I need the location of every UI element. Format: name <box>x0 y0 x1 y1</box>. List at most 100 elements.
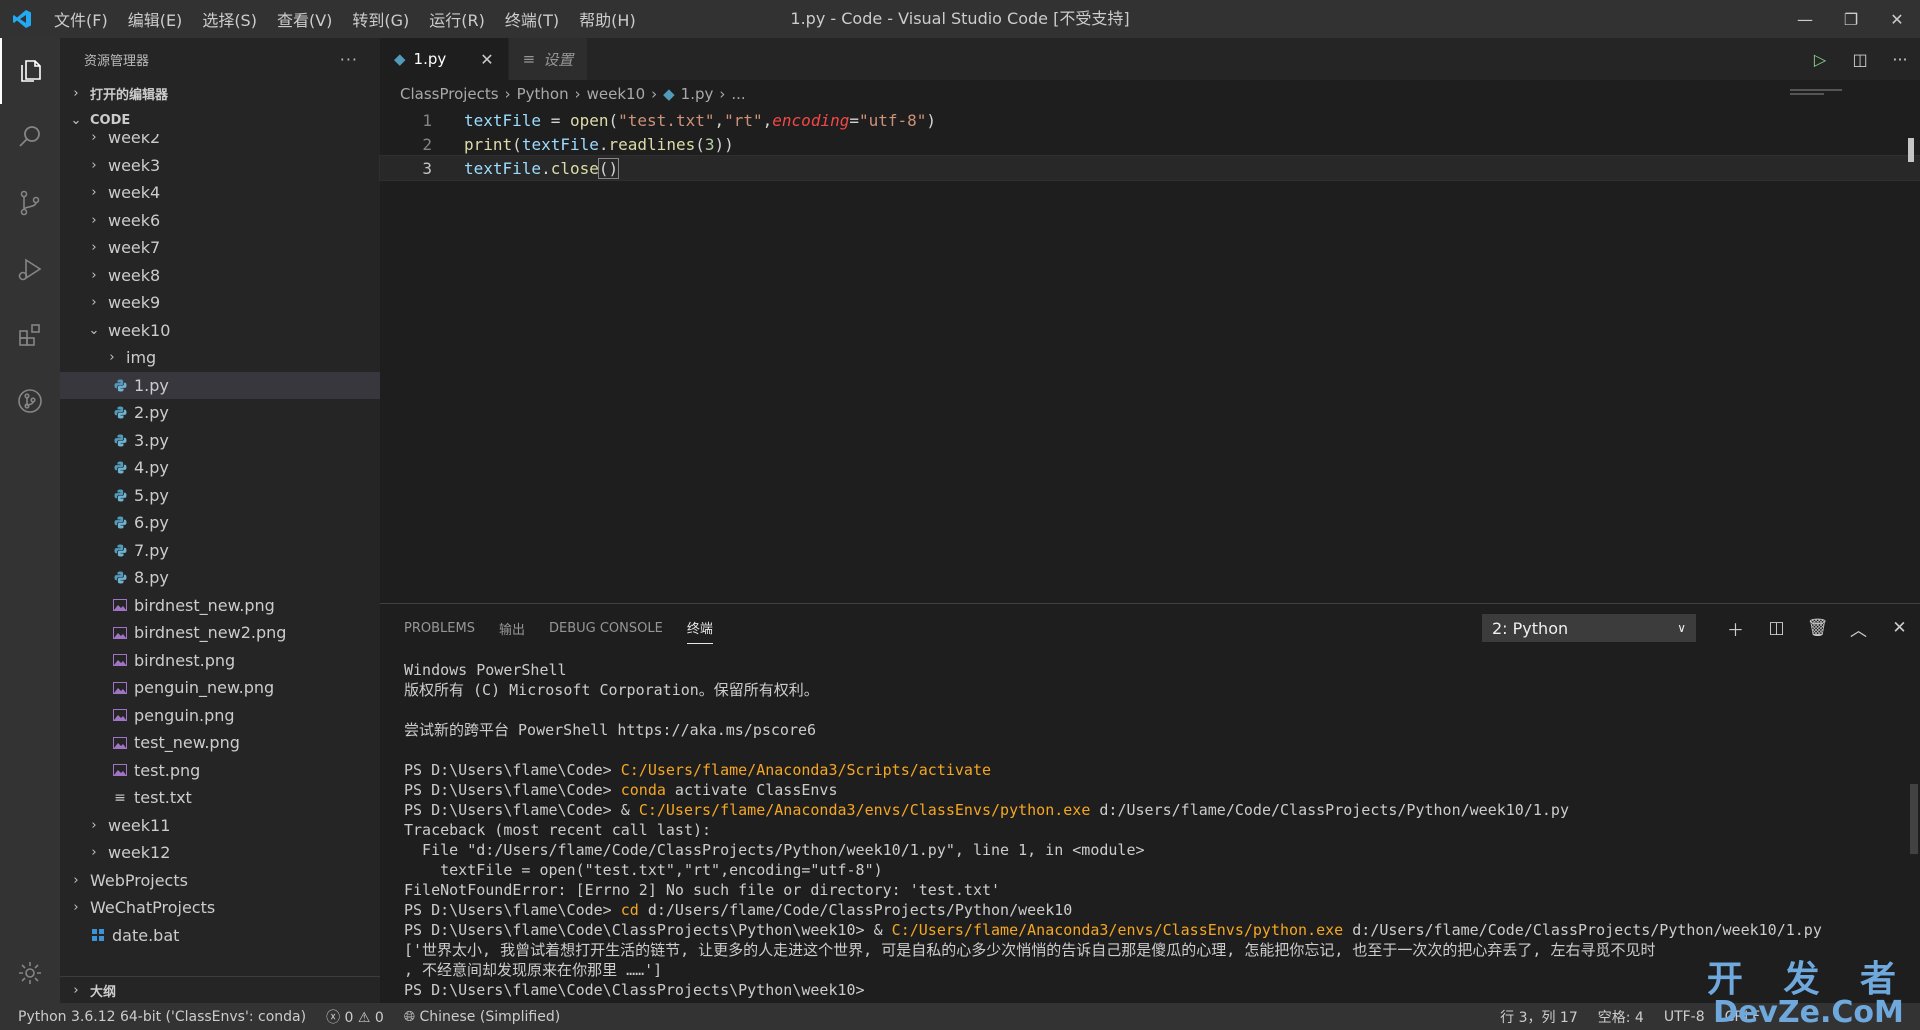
breadcrumb-item[interactable]: 1.py <box>681 85 714 103</box>
panel-tab[interactable]: DEBUG CONSOLE <box>549 615 663 642</box>
split-editor-icon[interactable]: ◫ <box>1840 50 1880 69</box>
menu-item[interactable]: 选择(S) <box>192 7 267 31</box>
panel-tab[interactable]: 输出 <box>499 613 525 644</box>
terminal-line: textFile = open("test.txt","rt",encoding… <box>404 860 1904 880</box>
tree-folder[interactable]: › week3 <box>60 152 380 180</box>
menu-item[interactable]: 编辑(E) <box>118 7 193 31</box>
tree-file[interactable]: test.png <box>60 757 380 785</box>
tree-folder[interactable]: › week6 <box>60 207 380 235</box>
more-actions-icon[interactable]: ··· <box>1880 50 1920 69</box>
code-line[interactable]: 3 textFile.close() <box>379 155 1920 181</box>
tree-file[interactable]: 3.py <box>60 427 380 455</box>
code-token: = <box>849 110 859 130</box>
new-terminal-icon[interactable]: ＋ <box>1715 616 1756 641</box>
code-token: textFile <box>464 110 542 130</box>
tree-folder[interactable]: › week12 <box>60 839 380 867</box>
workspace-section[interactable]: ⌄ CODE <box>60 107 380 134</box>
tree-file[interactable]: birdnest_new.png <box>60 592 380 620</box>
tree-file[interactable]: 5.py <box>60 482 380 510</box>
breadcrumb-item[interactable]: Python <box>517 85 569 103</box>
code-area[interactable]: 1 textFile = open("test.txt","rt",encodin… <box>379 108 1920 181</box>
search-icon[interactable] <box>0 104 60 170</box>
tree-folder[interactable]: › week8 <box>60 262 380 290</box>
problems-indicator[interactable]: ⓧ 0 ⚠ 0 <box>316 1007 394 1027</box>
terminal-line: PS D:\Users\flame\Code> conda activate C… <box>404 780 1904 800</box>
editor-scrollbar[interactable] <box>1908 138 1914 162</box>
terminal-output[interactable]: Windows PowerShell 版权所有 (C) Microsoft Cor… <box>404 660 1904 1000</box>
tab-settings[interactable]: ≡ 设置 <box>508 38 589 80</box>
tree-file[interactable]: date.bat <box>60 922 380 950</box>
image-file-icon <box>112 681 128 694</box>
breadcrumb-item[interactable]: ... <box>731 85 745 103</box>
tree-file[interactable]: birdnest_new2.png <box>60 619 380 647</box>
tree-file[interactable]: 8.py <box>60 564 380 592</box>
cursor-position[interactable]: 行 3，列 17 <box>1490 1007 1588 1027</box>
panel-tab[interactable]: PROBLEMS <box>404 615 475 642</box>
explorer-icon[interactable] <box>0 38 60 104</box>
split-terminal-icon[interactable]: ◫ <box>1756 618 1797 638</box>
tree-item-label: birdnest_new2.png <box>134 623 287 643</box>
tree-file[interactable]: ≡ test.txt <box>60 784 380 812</box>
minimize-icon[interactable]: — <box>1782 0 1828 38</box>
restore-icon[interactable]: ❐ <box>1828 0 1874 38</box>
terminal-segment: PS D:\Users\flame\Code\ClassProjects\Pyt… <box>404 981 874 999</box>
breadcrumb-item[interactable]: ClassProjects <box>400 85 499 103</box>
code-token: close <box>550 158 599 178</box>
tree-folder[interactable]: › WebProjects <box>60 867 380 895</box>
manage-gear-icon[interactable] <box>0 943 60 1003</box>
run-file-icon[interactable]: ▷ <box>1800 50 1840 69</box>
tab-1-py[interactable]: ◆ 1.py ✕ <box>380 38 509 80</box>
close-tab-icon[interactable]: ✕ <box>480 50 493 69</box>
open-editors-section[interactable]: › 打开的编辑器 <box>60 80 380 107</box>
code-line[interactable]: 2 print(textFile.readlines(3)) <box>380 132 1920 156</box>
breadcrumb-item[interactable]: week10 <box>587 85 646 103</box>
kill-terminal-icon[interactable]: 🗑 <box>1797 618 1838 638</box>
menu-item[interactable]: 帮助(H) <box>569 7 646 31</box>
source-control-icon[interactable] <box>0 170 60 236</box>
terminal-scrollbar[interactable] <box>1910 784 1918 854</box>
terminal-line: PS D:\Users\flame\Code> cd d:/Users/flam… <box>404 900 1904 920</box>
tree-file[interactable]: birdnest.png <box>60 647 380 675</box>
more-actions-icon[interactable]: ··· <box>340 50 358 69</box>
git-graph-icon[interactable] <box>0 368 60 434</box>
menu-item[interactable]: 运行(R) <box>419 7 495 31</box>
tree-file[interactable]: 6.py <box>60 509 380 537</box>
terminal-select[interactable]: 2: Python ∨ <box>1482 614 1696 642</box>
extensions-icon[interactable] <box>0 302 60 368</box>
tree-folder[interactable]: › week11 <box>60 812 380 840</box>
language-pack-indicator[interactable]: 🌐︎ Chinese (Simplified) <box>394 1009 570 1025</box>
indentation[interactable]: 空格: 4 <box>1588 1007 1654 1027</box>
tree-file[interactable]: 2.py <box>60 399 380 427</box>
panel-tab[interactable]: 终端 <box>686 612 713 644</box>
tree-file[interactable]: 7.py <box>60 537 380 565</box>
menu-item[interactable]: 转到(G) <box>342 7 419 31</box>
tree-folder[interactable]: › img <box>60 344 380 372</box>
tree-file[interactable]: 1.py <box>60 371 380 399</box>
tree-file[interactable]: penguin.png <box>60 702 380 730</box>
tree-folder[interactable]: › week9 <box>60 289 380 317</box>
minimap[interactable] <box>1790 89 1842 91</box>
tree-file[interactable]: test_new.png <box>60 729 380 757</box>
menu-item[interactable]: 查看(V) <box>267 7 342 31</box>
menu-item[interactable]: 文件(F) <box>44 7 118 31</box>
terminal-segment: Traceback (most recent call last): <box>404 821 712 839</box>
tree-folder[interactable]: › week2 <box>60 134 380 152</box>
menu-item[interactable]: 终端(T) <box>495 7 569 31</box>
tree-folder[interactable]: › week4 <box>60 179 380 207</box>
maximize-panel-icon[interactable]: ︿ <box>1838 616 1879 641</box>
tree-file[interactable]: penguin_new.png <box>60 674 380 702</box>
terminal-line: Windows PowerShell <box>404 660 1904 680</box>
outline-section[interactable]: › 大纲 <box>60 976 380 1003</box>
tree-folder[interactable]: ⌄ week10 <box>60 317 380 345</box>
tree-folder[interactable]: › WeChatProjects <box>60 894 380 922</box>
code-line[interactable]: 1 textFile = open("test.txt","rt",encodin… <box>380 108 1920 132</box>
python-interpreter[interactable]: Python 3.6.12 64-bit ('ClassEnvs': conda… <box>0 1009 316 1025</box>
code-token: 3 <box>704 134 715 154</box>
tree-file[interactable]: 4.py <box>60 454 380 482</box>
file-encoding[interactable]: UTF-8 <box>1654 1009 1715 1025</box>
run-debug-icon[interactable] <box>0 236 60 302</box>
close-panel-icon[interactable]: ✕ <box>1879 618 1920 638</box>
tree-folder[interactable]: › week7 <box>60 234 380 262</box>
close-window-icon[interactable]: ✕ <box>1874 0 1920 38</box>
